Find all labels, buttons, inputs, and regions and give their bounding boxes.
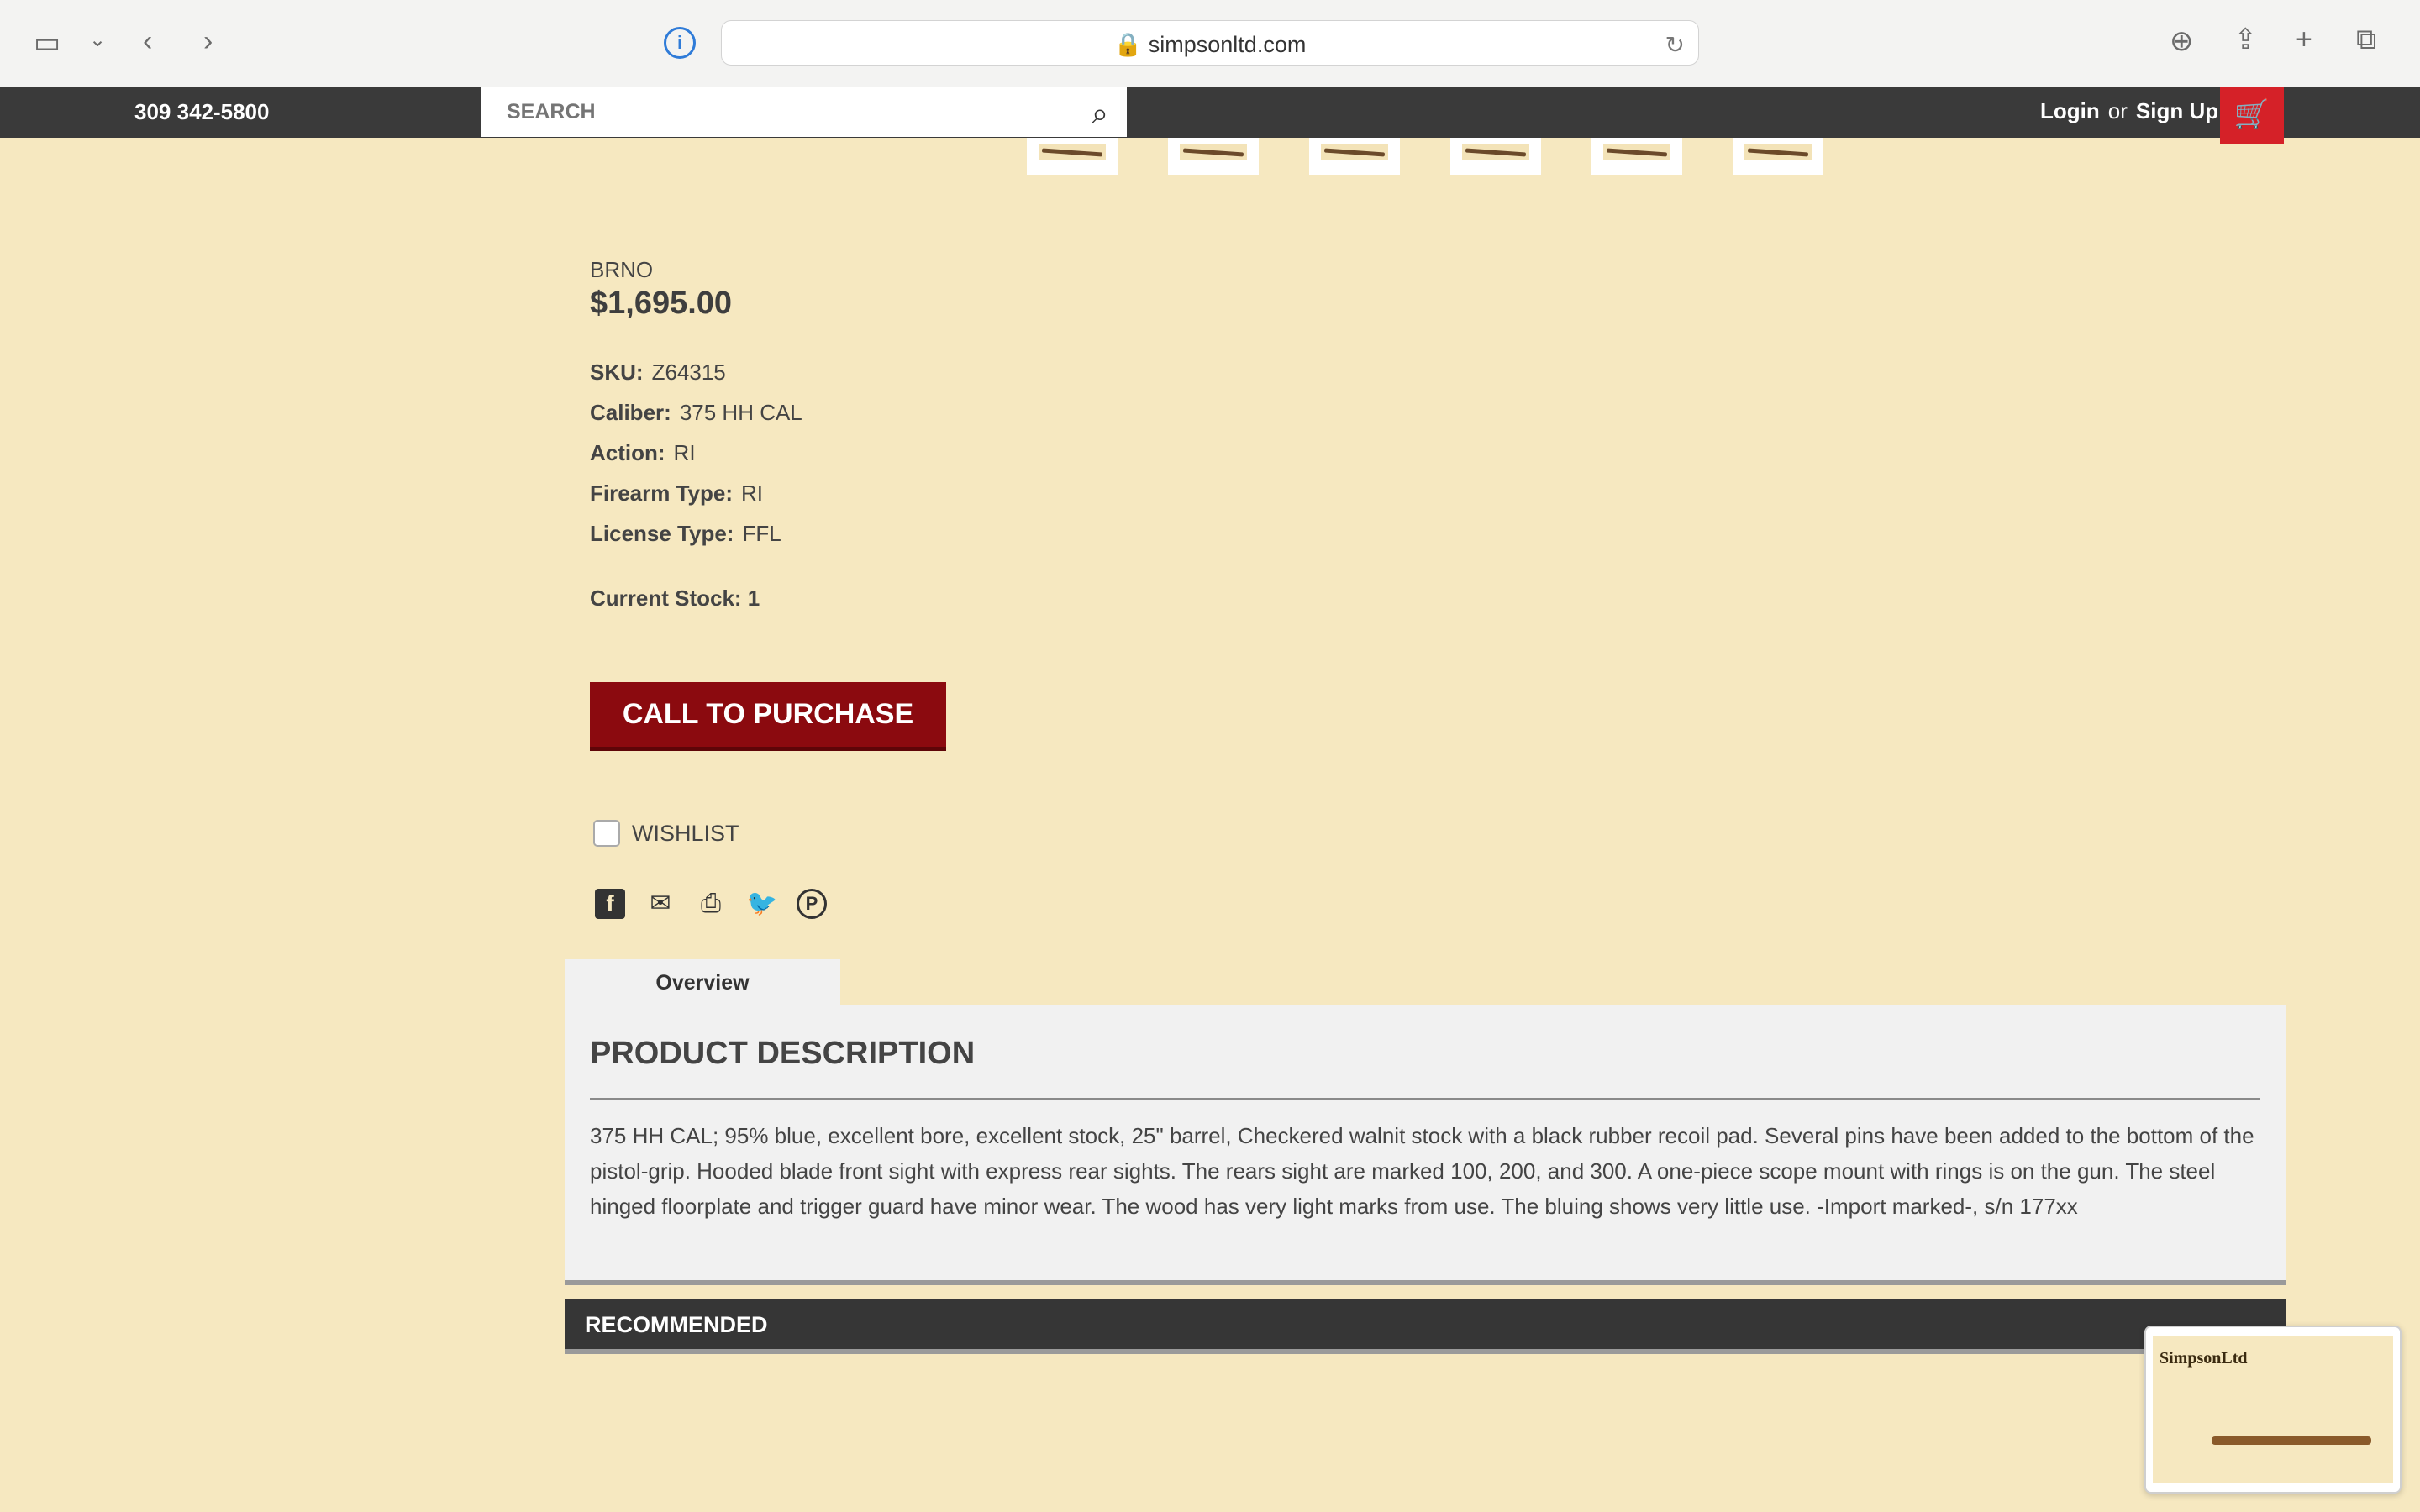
wishlist-toggle[interactable]: WISHLIST <box>593 820 739 847</box>
spec-value: 375 HH CAL <box>679 400 802 425</box>
forward-icon[interactable]: › <box>203 27 213 55</box>
description-title: PRODUCT DESCRIPTION <box>590 1036 976 1071</box>
wishlist-checkbox[interactable] <box>593 820 620 847</box>
pinterest-icon[interactable]: P <box>797 889 827 919</box>
call-to-purchase-button[interactable]: CALL TO PURCHASE <box>590 682 946 751</box>
email-icon[interactable]: ✉ <box>645 889 676 919</box>
divider <box>590 1098 2260 1100</box>
search-box[interactable]: ⌕ <box>481 87 1127 137</box>
signup-link[interactable]: Sign Up <box>2136 98 2218 123</box>
share-icon[interactable]: ⇪ <box>2233 25 2258 54</box>
wishlist-label: WISHLIST <box>632 820 739 846</box>
page-preview-thumbnail[interactable]: SimpsonLtd <box>2144 1326 2402 1494</box>
spec-label: License Type: <box>590 521 734 546</box>
spec-license-type: License Type: FFL <box>590 521 781 547</box>
spec-value: Z64315 <box>651 360 726 385</box>
twitter-icon[interactable]: 🐦 <box>746 889 777 919</box>
thumbnail-1[interactable] <box>1027 138 1118 175</box>
browser-toolbar: ▭ ⌄ ‹ › i 🔒 simpsonltd.com ↻ ⊕ ⇪ + ⧉ <box>0 0 2420 88</box>
reload-icon[interactable]: ↻ <box>1665 31 1685 59</box>
cart-icon[interactable]: 🛒 <box>2220 87 2284 144</box>
spec-sku: SKU: Z64315 <box>590 360 726 386</box>
spec-value: FFL <box>742 521 781 546</box>
spec-caliber: Caliber: 375 HH CAL <box>590 400 802 426</box>
preview-logo: SimpsonLtd <box>2160 1349 2248 1368</box>
spec-firearm-type: Firearm Type: RI <box>590 480 763 507</box>
download-icon[interactable]: ⊕ <box>2170 27 2194 55</box>
recommended-title: RECOMMENDED <box>585 1312 768 1337</box>
tab-overview-icon[interactable]: ⧉ <box>2356 25 2376 54</box>
facebook-icon[interactable]: f <box>595 889 625 919</box>
phone-number[interactable]: 309 342-5800 <box>134 99 269 125</box>
url-label: simpsonltd.com <box>1148 32 1307 57</box>
spec-label: Firearm Type: <box>590 480 734 506</box>
search-input[interactable] <box>505 99 1046 125</box>
thumbnail-2[interactable] <box>1168 138 1259 175</box>
chevron-down-icon[interactable]: ⌄ <box>89 30 106 50</box>
description-text: 375 HH CAL; 95% blue, excellent bore, ex… <box>590 1123 2254 1219</box>
spec-label: Caliber: <box>590 400 671 425</box>
spec-action: Action: RI <box>590 440 696 466</box>
share-icons: f ✉ ⎙ 🐦 P <box>595 889 827 919</box>
print-icon[interactable]: ⎙ <box>696 889 726 919</box>
recommended-section-header: RECOMMENDED <box>565 1299 2286 1354</box>
spec-label: Action: <box>590 440 666 465</box>
login-link[interactable]: Login <box>2040 98 2100 123</box>
spec-value: RI <box>741 480 764 506</box>
address-bar[interactable]: 🔒 simpsonltd.com ↻ <box>721 20 1699 66</box>
current-stock: Current Stock: 1 <box>590 585 760 611</box>
product-brand: BRNO <box>590 257 654 282</box>
product-price: $1,695.00 <box>590 286 733 321</box>
thumbnail-3[interactable] <box>1309 138 1400 175</box>
url-text: 🔒 simpsonltd.com <box>1113 32 1307 57</box>
thumbnail-4[interactable] <box>1450 138 1541 175</box>
or-text: or <box>2107 98 2128 123</box>
spec-label: SKU: <box>590 360 644 385</box>
spec-value: RI <box>673 440 696 465</box>
search-icon[interactable]: ⌕ <box>1092 96 1108 132</box>
sidebar-toggle-icon[interactable]: ▭ <box>34 29 60 57</box>
new-tab-icon[interactable]: + <box>2296 25 2312 54</box>
back-icon[interactable]: ‹ <box>143 27 152 55</box>
description-panel: PRODUCT DESCRIPTION 375 HH CAL; 95% blue… <box>565 1005 2286 1285</box>
password-manager-icon[interactable]: i <box>664 27 696 59</box>
thumbnail-6[interactable] <box>1733 138 1823 175</box>
preview-rifle-image <box>2212 1436 2371 1445</box>
tab-overview[interactable]: Overview <box>565 959 840 1006</box>
preview-content: SimpsonLtd <box>2153 1336 2393 1483</box>
auth-links: Login or Sign Up <box>2040 98 2218 124</box>
thumbnail-5[interactable] <box>1591 138 1682 175</box>
